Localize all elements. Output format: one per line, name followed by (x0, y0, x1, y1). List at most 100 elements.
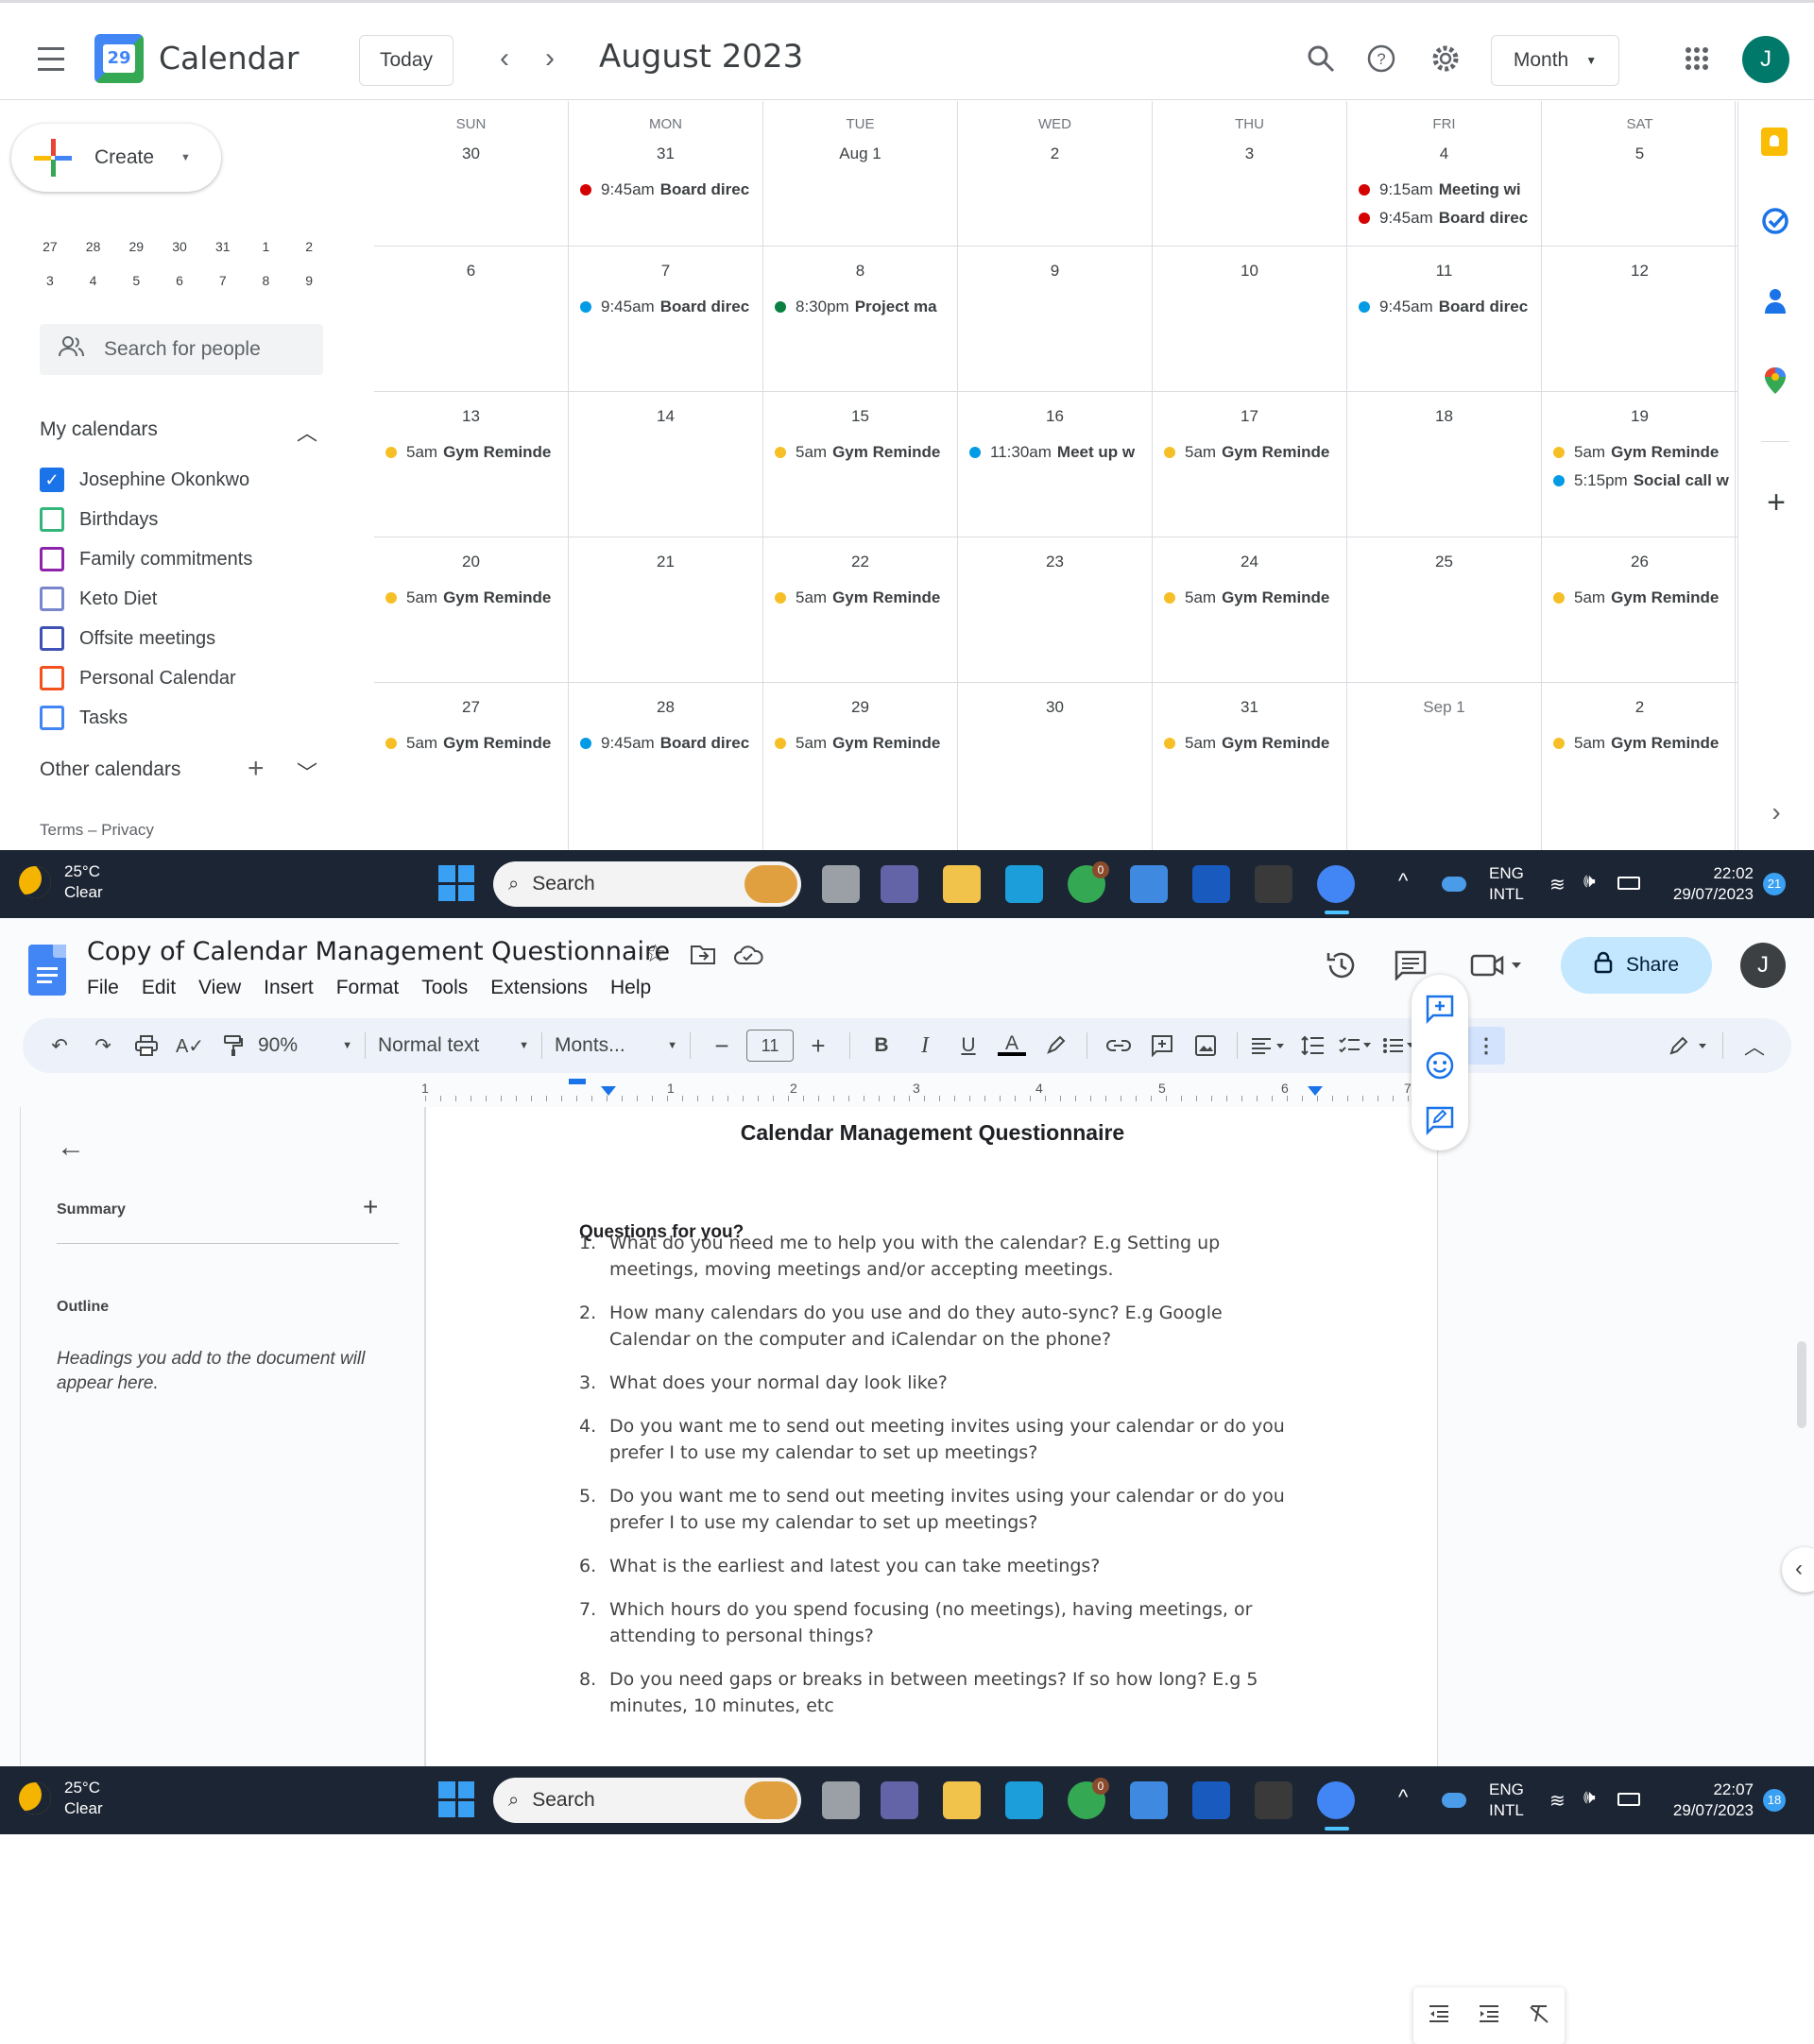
day-cell[interactable]: THU 3 (1153, 101, 1347, 247)
underline-icon[interactable]: U (950, 1027, 987, 1065)
add-emoji-reaction-icon[interactable] (1425, 1050, 1455, 1085)
close-outline-arrow-icon[interactable]: ← (57, 1132, 85, 1164)
maps-icon[interactable] (1761, 366, 1791, 396)
question-item[interactable]: 3. What does your normal day look like? (579, 1370, 1316, 1396)
day-cell[interactable]: 23 (958, 537, 1153, 683)
teams-icon[interactable] (881, 1781, 918, 1819)
teams-icon[interactable] (881, 865, 918, 903)
add-comment-icon[interactable] (1425, 994, 1455, 1029)
terminal-icon[interactable] (1255, 865, 1292, 903)
calendar-checkbox[interactable] (40, 507, 64, 532)
mini-calendar-day[interactable]: 5 (114, 273, 158, 288)
mini-calendar-day[interactable]: 29 (114, 239, 158, 254)
paragraph-style-select[interactable]: Normal text ▼ (378, 1027, 529, 1065)
day-number[interactable]: 7 (569, 262, 762, 281)
day-number[interactable]: 4 (1347, 145, 1541, 163)
day-cell[interactable]: 12 (1542, 247, 1738, 392)
hide-menus-chevron-icon[interactable]: ︿ (1736, 1027, 1773, 1065)
day-cell[interactable]: 9 (958, 247, 1153, 392)
day-cell[interactable]: 10 (1153, 247, 1347, 392)
event-chip[interactable]: 5:15pm Social call w (1553, 469, 1734, 492)
star-icon[interactable]: ☆ (644, 939, 666, 968)
day-cell[interactable]: 24 5am Gym Reminde (1153, 537, 1347, 683)
add-other-calendar-icon[interactable]: + (248, 753, 265, 785)
day-cell[interactable]: 29 5am Gym Reminde (763, 683, 958, 853)
calendar-list-item[interactable]: Offsite meetings (40, 619, 342, 658)
language-indicator[interactable]: ENG INTL (1489, 863, 1524, 905)
menu-item-help[interactable]: Help (610, 977, 651, 999)
show-hidden-icons-icon[interactable]: ^ (1398, 1785, 1408, 1810)
chrome-profile-icon[interactable] (1317, 1781, 1355, 1819)
previous-period-icon[interactable]: ‹ (484, 38, 525, 79)
onedrive-icon[interactable] (1442, 1793, 1466, 1808)
day-cell[interactable]: 16 11:30am Meet up w (958, 392, 1153, 537)
event-chip[interactable]: 5am Gym Reminde (1553, 441, 1734, 464)
day-number[interactable]: 12 (1542, 262, 1737, 281)
clock[interactable]: 22:02 29/07/2023 (1659, 863, 1754, 905)
day-cell[interactable]: 17 5am Gym Reminde (1153, 392, 1347, 537)
notification-badge[interactable]: 18 (1763, 1789, 1786, 1812)
day-number[interactable]: 10 (1153, 262, 1346, 281)
day-number[interactable]: 9 (958, 262, 1152, 281)
line-spacing-icon[interactable] (1293, 1027, 1331, 1065)
day-cell[interactable]: 26 5am Gym Reminde (1542, 537, 1738, 683)
italic-icon[interactable]: I (906, 1027, 944, 1065)
day-cell[interactable]: 14 (569, 392, 763, 537)
more-options-icon[interactable]: ⋮ (1467, 1027, 1505, 1065)
day-cell[interactable]: 28 9:45am Board direc (569, 683, 763, 853)
question-item[interactable]: 7. Which hours do you spend focusing (no … (579, 1596, 1316, 1649)
calendar-checkbox[interactable] (40, 547, 64, 571)
event-chip[interactable]: 5am Gym Reminde (385, 441, 564, 464)
calendar-checkbox[interactable] (40, 587, 64, 611)
taskbar-search[interactable]: ⌕ Search (493, 1778, 801, 1823)
event-chip[interactable]: 5am Gym Reminde (775, 732, 953, 755)
paint-format-icon[interactable] (214, 1027, 252, 1065)
day-number[interactable]: 27 (374, 698, 568, 717)
document-title[interactable]: Copy of Calendar Management Questionnair… (87, 937, 670, 966)
day-number[interactable]: 21 (569, 553, 762, 571)
mini-calendar-day[interactable]: 30 (158, 239, 201, 254)
vertical-ruler[interactable] (0, 1107, 21, 1766)
expand-chevron-down-icon[interactable]: ﹀ (297, 757, 317, 787)
edge-icon[interactable] (1005, 865, 1043, 903)
day-cell[interactable]: 20 5am Gym Reminde (374, 537, 569, 683)
day-number[interactable]: 18 (1347, 407, 1541, 426)
question-item[interactable]: 4. Do you want me to send out meeting inv… (579, 1413, 1316, 1466)
calendar-list-item[interactable]: Birthdays (40, 500, 342, 539)
document-page[interactable]: Calendar Management Questionnaire Questi… (425, 1107, 1438, 1766)
day-number[interactable]: 31 (1153, 698, 1346, 717)
event-chip[interactable]: 5am Gym Reminde (1553, 587, 1734, 609)
day-number[interactable]: 16 (958, 407, 1152, 426)
font-family-select[interactable]: Monts... ▼ (555, 1027, 677, 1065)
create-dropdown-icon[interactable]: ▼ (180, 152, 191, 163)
day-number[interactable]: 6 (374, 262, 568, 281)
mini-calendar-day[interactable]: 2 (287, 239, 331, 254)
event-chip[interactable]: 5am Gym Reminde (775, 441, 953, 464)
insert-link-icon[interactable] (1100, 1027, 1138, 1065)
mini-calendar-day[interactable]: 4 (72, 273, 115, 288)
increase-indent-icon[interactable] (1478, 2004, 1500, 2028)
file-explorer-icon[interactable] (943, 865, 981, 903)
day-number[interactable]: 30 (958, 698, 1152, 717)
indent-marker-icon[interactable] (569, 1079, 586, 1084)
tasks-icon[interactable] (1761, 207, 1791, 237)
move-folder-icon[interactable] (690, 945, 716, 970)
question-item[interactable]: 8. Do you need gaps or breaks in between … (579, 1666, 1316, 1719)
calendar-list-item[interactable]: Family commitments (40, 539, 342, 579)
mini-calendar-day[interactable]: 28 (72, 239, 115, 254)
docs-account-avatar[interactable]: J (1740, 943, 1786, 988)
day-cell[interactable]: 6 (374, 247, 569, 392)
task-view-icon[interactable] (822, 865, 860, 903)
calendar-checkbox[interactable] (40, 626, 64, 651)
calendar-checkbox[interactable] (40, 666, 64, 690)
day-number[interactable]: Aug 1 (763, 145, 957, 163)
day-cell[interactable]: 18 (1347, 392, 1542, 537)
windows-start-icon[interactable] (438, 1781, 474, 1817)
day-cell[interactable]: SUN 30 (374, 101, 569, 247)
battery-icon[interactable] (1617, 1793, 1640, 1806)
task-view-icon[interactable] (822, 1781, 860, 1819)
mini-calendar-day[interactable]: 1 (245, 239, 288, 254)
mini-calendar-day[interactable]: 6 (158, 273, 201, 288)
main-menu-icon[interactable] (28, 36, 74, 81)
day-number[interactable]: 20 (374, 553, 568, 571)
